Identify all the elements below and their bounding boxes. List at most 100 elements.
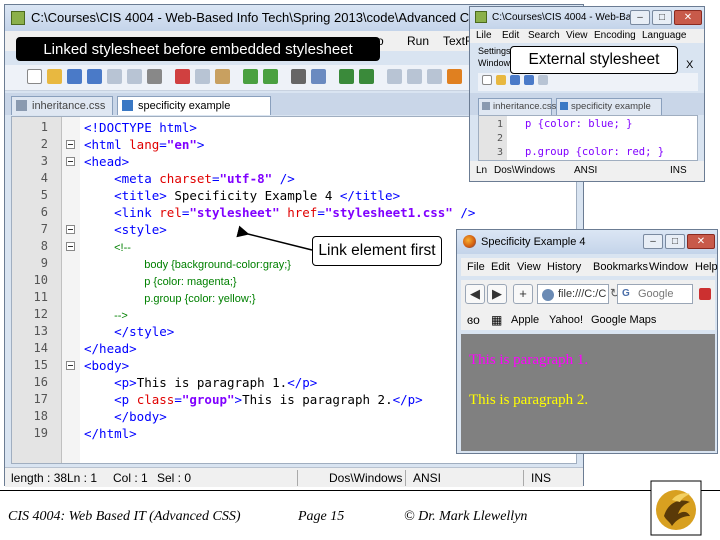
menu-item-search[interactable]: Search (528, 29, 560, 43)
search-input[interactable]: G Google (617, 284, 693, 304)
replace-icon[interactable] (311, 69, 326, 84)
menu-item-file[interactable]: Lile (476, 29, 492, 43)
line-number: 6 (40, 205, 48, 219)
redo-icon[interactable] (263, 69, 278, 84)
code-token: "stylesheet1.css" (324, 205, 453, 220)
back-icon[interactable]: ◀ (465, 284, 485, 304)
menu-item-language[interactable]: Language (642, 29, 687, 43)
line-number: 2 (40, 137, 48, 151)
status-line: Ln (476, 165, 488, 176)
tab-inheritance-css[interactable]: inheritance.css (11, 96, 113, 115)
save-all-icon[interactable] (87, 69, 102, 84)
menu-item-run[interactable]: Run (407, 31, 429, 51)
save-all-icon[interactable] (524, 75, 534, 85)
find-icon[interactable] (291, 69, 306, 84)
fold-toggle-icon[interactable] (66, 242, 75, 251)
close-all-icon[interactable] (127, 69, 142, 84)
indent-guide-icon[interactable] (447, 69, 462, 84)
show-all-icon[interactable] (427, 69, 442, 84)
code-token: class (136, 392, 175, 407)
code-token: </p> (287, 375, 318, 390)
save-icon[interactable] (510, 75, 520, 85)
close-button[interactable]: ✕ (687, 234, 715, 249)
status-column: Col : 1 (113, 471, 148, 485)
code-token: "utf-8" (219, 171, 273, 186)
address-bar[interactable]: file:///C:/C (537, 284, 609, 304)
word-wrap-icon[interactable] (407, 69, 422, 84)
undo-icon[interactable] (243, 69, 258, 84)
zoom-out-icon[interactable] (359, 69, 374, 84)
menu-item-view[interactable]: View (517, 258, 541, 276)
fold-toggle-icon[interactable] (66, 140, 75, 149)
sync-scroll-icon[interactable] (387, 69, 402, 84)
print-icon[interactable] (147, 69, 162, 84)
close-file-icon[interactable] (538, 75, 548, 85)
save-icon[interactable] (67, 69, 82, 84)
menu-item-encoding[interactable]: Encoding (594, 29, 636, 43)
code-token: </p> (392, 392, 423, 407)
fold-toggle-icon[interactable] (66, 361, 75, 370)
menu-item-edit[interactable]: Edit (491, 258, 510, 276)
minimize-button[interactable]: – (643, 234, 663, 249)
tab-specificity-example-4[interactable]: specificity example 4.html (117, 96, 271, 130)
tab-label: inheritance.css (493, 101, 557, 112)
paste-icon[interactable] (215, 69, 230, 84)
bookmark-yahoo[interactable]: Yahoo! (549, 310, 583, 330)
tab-specificity-example-4[interactable]: specificity example 4.html (556, 98, 662, 115)
firefox-icon (463, 235, 476, 248)
open-file-icon[interactable] (47, 69, 62, 84)
copy-icon[interactable] (195, 69, 210, 84)
ext-tab-bar: inheritance.css specificity example 4.ht… (470, 93, 704, 115)
menu-item-bookmarks[interactable]: Bookmarks (593, 258, 648, 276)
maximize-button[interactable]: □ (665, 234, 685, 249)
reader-icon[interactable]: ɞo (467, 310, 480, 330)
ext-submenu-labels: Settings Window (478, 45, 511, 69)
address-text: file:///C:/C (558, 288, 607, 300)
menu-item-settings[interactable]: Settings (478, 45, 511, 57)
menu-item-view[interactable]: View (566, 29, 588, 43)
close-button[interactable]: ✕ (674, 10, 702, 25)
bookmark-google-maps[interactable]: Google Maps (591, 310, 656, 330)
top-sites-icon[interactable]: ▦ (491, 310, 502, 330)
code-token: --> (114, 310, 128, 322)
menu-item-window[interactable]: Window (649, 258, 688, 276)
new-file-icon[interactable] (27, 69, 42, 84)
zoom-in-icon[interactable] (339, 69, 354, 84)
menu-item-edit[interactable]: Edit (502, 29, 519, 43)
code-token: </style> (114, 324, 175, 339)
tab-inheritance-css[interactable]: inheritance.css (478, 98, 556, 115)
new-file-icon[interactable] (482, 75, 492, 85)
fold-margin (62, 117, 80, 463)
minimize-button[interactable]: – (630, 10, 650, 25)
menu-item-file[interactable]: File (467, 258, 485, 276)
menu-item-textfx[interactable]: TextF (443, 31, 472, 51)
fold-toggle-icon[interactable] (66, 157, 75, 166)
ext-code-editor[interactable]: 1 2 3 p {color: blue; } p.group {color: … (478, 115, 698, 161)
file-tab-icon (482, 102, 490, 110)
forward-icon[interactable]: ▶ (487, 284, 507, 304)
menu-item-window[interactable]: Window (478, 57, 511, 69)
ext-close-doc-button[interactable]: X (686, 59, 693, 71)
notepad-app-icon (475, 11, 487, 23)
bookmark-icon[interactable] (699, 288, 711, 300)
line-number: 16 (33, 375, 48, 389)
status-divider (405, 470, 406, 486)
fold-toggle-icon[interactable] (66, 225, 75, 234)
browser-navigation-bar: ◀ ▶ + file:///C:/C ↻ G Google (461, 280, 715, 310)
notepad-app-icon (11, 11, 25, 25)
bookmark-apple[interactable]: Apple (511, 310, 539, 330)
close-file-icon[interactable] (107, 69, 122, 84)
menu-item-help[interactable]: Help (695, 258, 718, 276)
status-eol: Dos\Windows (494, 165, 556, 176)
cut-icon[interactable] (175, 69, 190, 84)
new-tab-icon[interactable]: + (513, 284, 533, 304)
open-file-icon[interactable] (496, 75, 506, 85)
menu-item-history[interactable]: History (547, 258, 581, 276)
maximize-button[interactable]: □ (652, 10, 672, 25)
browser-viewport: This is paragraph 1. This is paragraph 2… (461, 334, 715, 451)
line-number: 19 (33, 426, 48, 440)
code-line: <title> Specificity Example 4 </title> (84, 187, 400, 204)
